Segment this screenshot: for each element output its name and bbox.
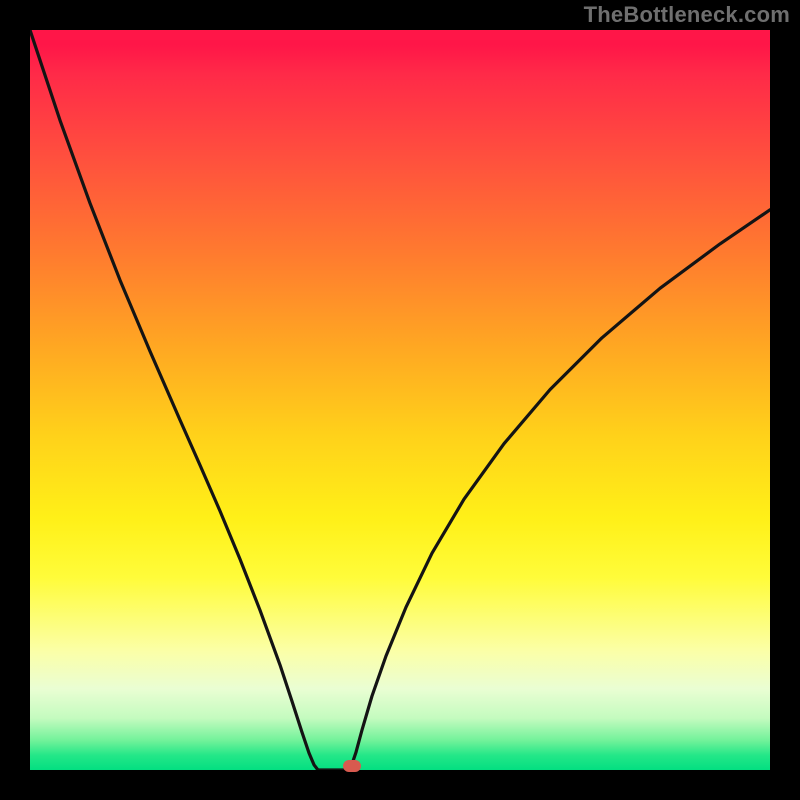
plot-area xyxy=(30,30,770,770)
bottleneck-curve xyxy=(30,30,770,770)
watermark-text: TheBottleneck.com xyxy=(584,4,790,26)
optimal-point-marker xyxy=(343,760,361,772)
chart-frame: TheBottleneck.com xyxy=(0,0,800,800)
